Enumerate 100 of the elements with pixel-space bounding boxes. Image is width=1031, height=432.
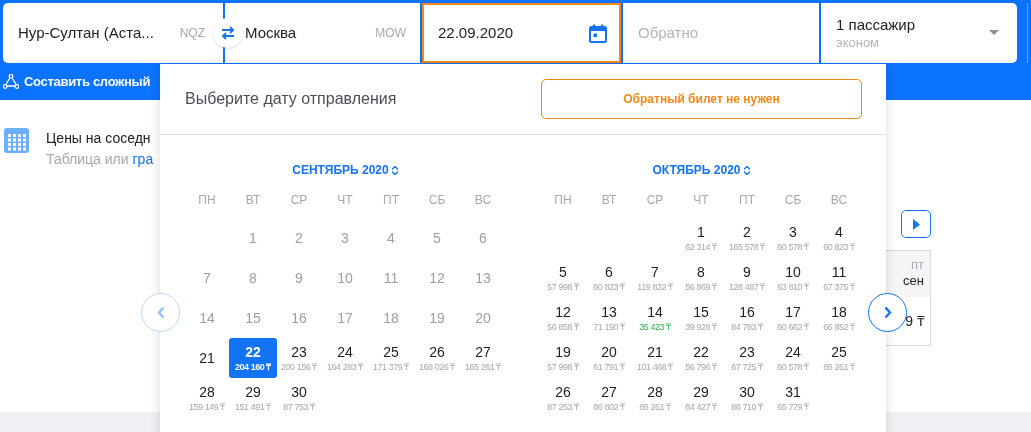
calendar-day[interactable]: 24 60 578 ₸ xyxy=(769,338,817,378)
day-number: 16 xyxy=(739,303,755,321)
day-number: 18 xyxy=(831,303,847,321)
calendar-day[interactable]: 10 63 810 ₸ xyxy=(769,258,817,298)
calendar-day[interactable]: 6 60 823 ₸ xyxy=(585,258,633,298)
day-number: 17 xyxy=(785,303,801,321)
day-number: 20 xyxy=(601,343,617,361)
calendar-day[interactable]: 8 56 869 ₸ xyxy=(677,258,725,298)
calendar-day[interactable]: 9 128 487 ₸ xyxy=(723,258,771,298)
day-price: 84 783 ₸ xyxy=(731,320,763,333)
cabin-class: эконом xyxy=(836,34,881,51)
calendar-day[interactable]: 21 101 468 ₸ xyxy=(631,338,679,378)
weekday-label: ПН xyxy=(197,192,217,209)
calendar-day[interactable]: 22 204 160 ₸ xyxy=(229,338,277,378)
return-date-field[interactable]: Обратно xyxy=(623,3,819,63)
day-price: 57 998 ₸ xyxy=(547,280,579,293)
passengers-field[interactable]: 1 пассажир эконом xyxy=(821,3,1017,63)
calendar-day[interactable]: 3 60 578 ₸ xyxy=(769,218,817,258)
destination-field[interactable]: Москва MOW xyxy=(225,3,420,63)
calendar-day[interactable]: 23 200 156 ₸ xyxy=(275,338,323,378)
calendar-icon xyxy=(589,23,607,43)
month-selector[interactable]: ОКТЯБРЬ 2020 xyxy=(652,161,750,179)
calendar-day[interactable]: 20 61 791 ₸ xyxy=(585,338,633,378)
day-number: 19 xyxy=(555,343,571,361)
day-price: 85 261 ₸ xyxy=(639,400,671,413)
calendar-day[interactable]: 17 60 662 ₸ xyxy=(769,298,817,338)
day-number: 7 xyxy=(651,263,659,281)
month-selector[interactable]: СЕНТЯБРЬ 2020 xyxy=(292,161,398,179)
calendar-day[interactable]: 30 87 753 ₸ xyxy=(275,378,323,418)
day-number: 6 xyxy=(605,263,613,281)
calendar-day[interactable]: 11 67 375 ₸ xyxy=(815,258,863,298)
calendar-day[interactable]: 23 67 725 ₸ xyxy=(723,338,771,378)
day-number: 14 xyxy=(199,309,215,327)
day-number: 27 xyxy=(601,383,617,401)
calendar-day[interactable]: 24 164 283 ₸ xyxy=(321,338,369,378)
day-price: 165 261 ₸ xyxy=(465,360,501,373)
graph-link[interactable]: гра xyxy=(132,151,154,167)
calendar-day[interactable]: 15 39 928 ₸ xyxy=(677,298,725,338)
date-picker-title: Выберите дату отправления xyxy=(185,89,397,109)
day-price: 159 149 ₸ xyxy=(189,400,225,413)
calendar-day[interactable]: 13 71 190 ₸ xyxy=(585,298,633,338)
origin-field[interactable]: Нур-Султан (Аста... NQZ xyxy=(3,3,223,63)
calendar-day[interactable]: 7 119 822 ₸ xyxy=(631,258,679,298)
calendar-day[interactable]: 4 60 823 ₸ xyxy=(815,218,863,258)
day-price: 71 190 ₸ xyxy=(593,320,625,333)
calendar-day[interactable]: 29 151 491 ₸ xyxy=(229,378,277,418)
day-number: 5 xyxy=(433,229,441,247)
calendar-day[interactable]: 30 88 710 ₸ xyxy=(723,378,771,418)
calendar-day[interactable]: 26 168 026 ₸ xyxy=(413,338,461,378)
day-number: 15 xyxy=(245,309,261,327)
day-number: 26 xyxy=(429,343,445,361)
field-value: Нур-Султан (Аста... xyxy=(18,22,154,43)
day-price: 165 578 ₸ xyxy=(729,240,765,253)
table-header-day: пт xyxy=(911,257,924,273)
day-number: 28 xyxy=(647,383,663,401)
day-number: 26 xyxy=(555,383,571,401)
calendar-day[interactable]: 31 65 779 ₸ xyxy=(769,378,817,418)
day-price: 66 852 ₸ xyxy=(823,320,855,333)
next-button[interactable] xyxy=(901,210,931,238)
calendar-day[interactable]: 19 57 998 ₸ xyxy=(539,338,587,378)
day-price: 200 156 ₸ xyxy=(281,360,317,373)
weekday-label: ВТ xyxy=(244,192,262,209)
weekday-label: ВТ xyxy=(600,192,618,209)
calendar-day[interactable]: 1 62 314 ₸ xyxy=(677,218,725,258)
weekday-label: ВС xyxy=(829,192,849,209)
next-month-button[interactable] xyxy=(868,293,907,332)
calendar-day[interactable]: 25 171 379 ₸ xyxy=(367,338,415,378)
calendar-day[interactable]: 21 xyxy=(183,338,231,378)
calendar-day[interactable]: 14 35 423 ₸ xyxy=(631,298,679,338)
day-number: 17 xyxy=(337,309,353,327)
day-price: 85 261 ₸ xyxy=(823,360,855,373)
calendar-day[interactable]: 12 56 858 ₸ xyxy=(539,298,587,338)
chevron-left-icon xyxy=(156,306,165,319)
calendar-day[interactable]: 25 85 261 ₸ xyxy=(815,338,863,378)
calendar-day[interactable]: 18 66 852 ₸ xyxy=(815,298,863,338)
table-cell-text: 9 ₸ xyxy=(905,311,925,331)
weekday-label: СР xyxy=(645,192,665,209)
route-icon xyxy=(3,74,19,90)
calendar-day[interactable]: 2 165 578 ₸ xyxy=(723,218,771,258)
day-price: 101 468 ₸ xyxy=(637,360,673,373)
calendar-day[interactable]: 16 84 783 ₸ xyxy=(723,298,771,338)
day-price: 62 314 ₸ xyxy=(685,240,717,253)
day-price: 56 869 ₸ xyxy=(685,280,717,293)
calendar-day[interactable]: 28 159 149 ₸ xyxy=(183,378,231,418)
calendar-day[interactable]: 22 56 796 ₸ xyxy=(677,338,725,378)
day-price: 84 427 ₸ xyxy=(685,400,717,413)
calendar-day[interactable]: 28 85 261 ₸ xyxy=(631,378,679,418)
calendar-day[interactable]: 26 87 253 ₸ xyxy=(539,378,587,418)
weekday-label: СР xyxy=(289,192,309,209)
calendar-day[interactable]: 27 86 802 ₸ xyxy=(585,378,633,418)
day-price: 119 822 ₸ xyxy=(637,280,673,293)
complex-route-link[interactable]: Составить сложный xyxy=(3,72,151,92)
day-price: 35 423 ₸ xyxy=(639,320,671,333)
day-number: 19 xyxy=(429,309,445,327)
calendar-day[interactable]: 29 84 427 ₸ xyxy=(677,378,725,418)
depart-date-field[interactable]: 22.09.2020 xyxy=(422,3,621,63)
day-number: 18 xyxy=(383,309,399,327)
day-number: 13 xyxy=(601,303,617,321)
calendar-day[interactable]: 5 57 998 ₸ xyxy=(539,258,587,298)
calendar-day[interactable]: 27 165 261 ₸ xyxy=(459,338,507,378)
